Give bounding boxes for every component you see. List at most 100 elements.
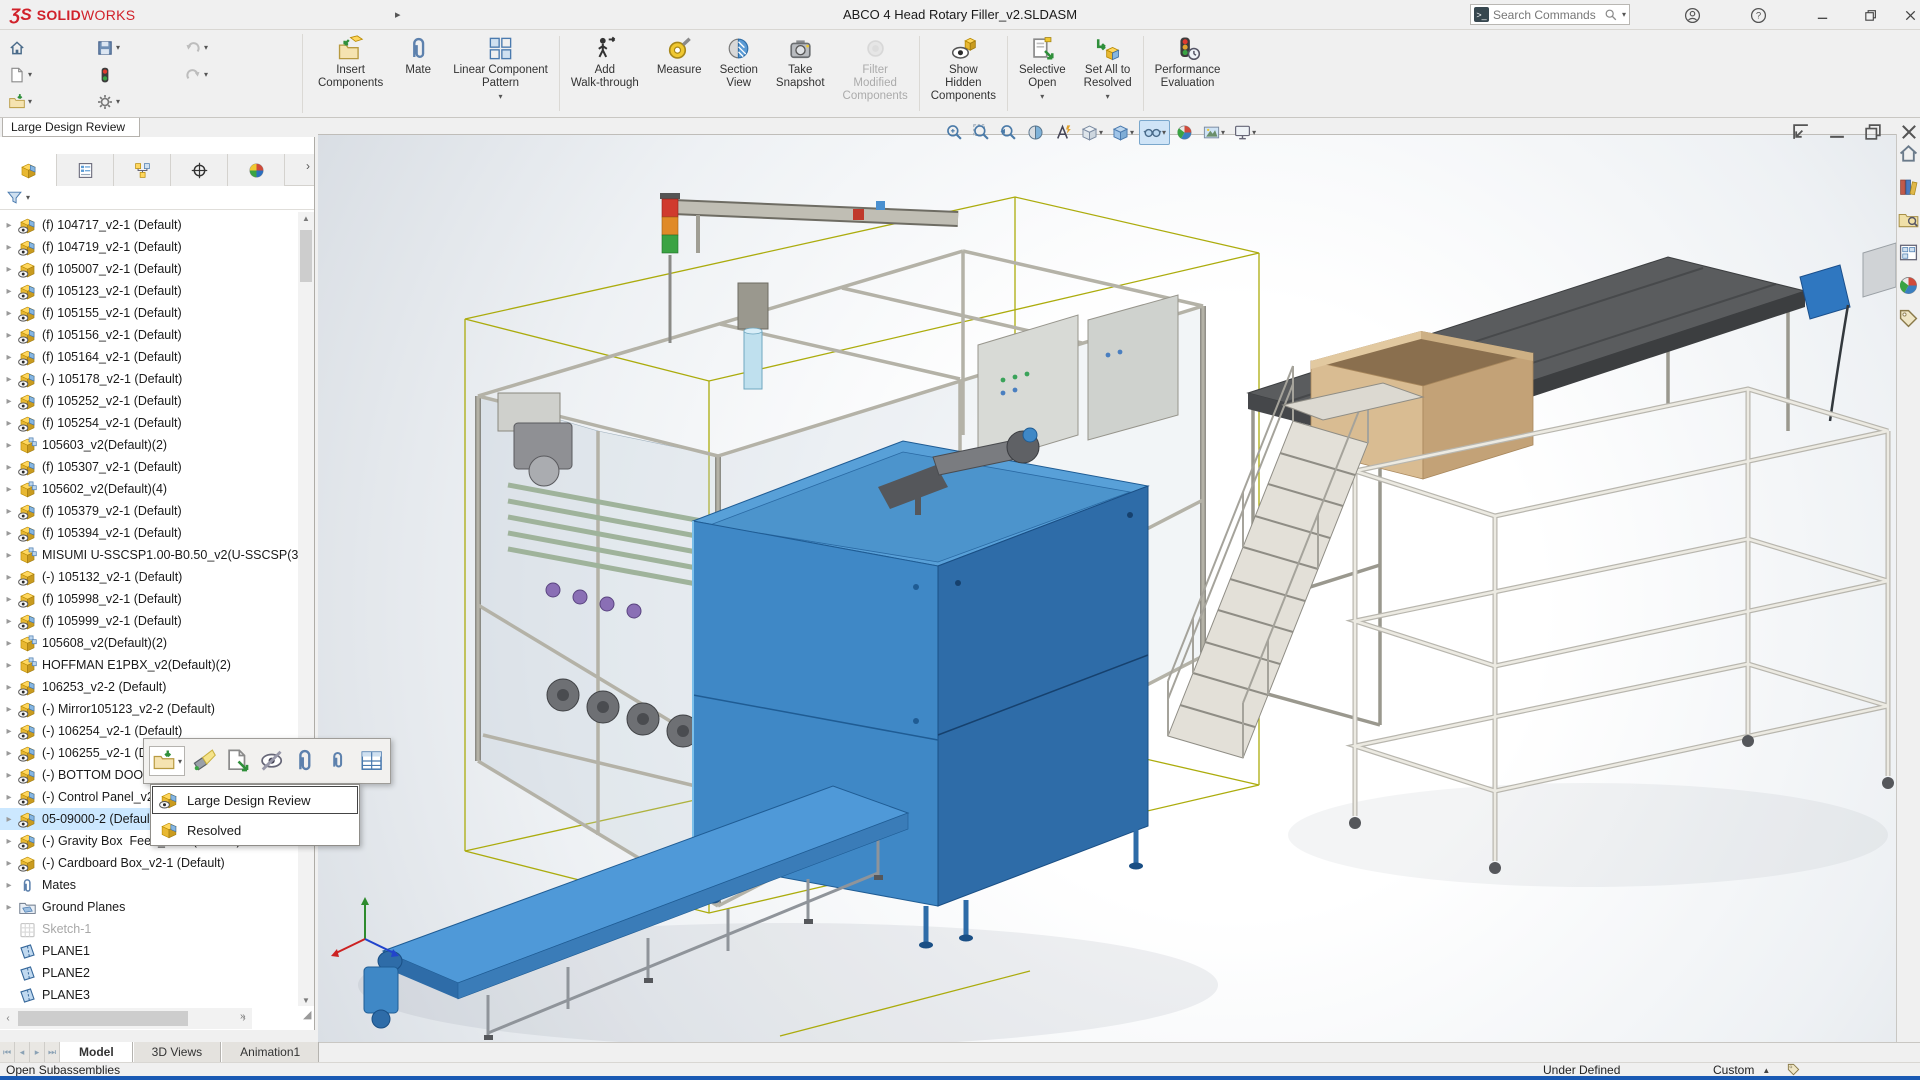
expand-arrow[interactable]: ▸ (0, 572, 18, 583)
dropdown-arrow[interactable]: ▾ (499, 92, 503, 101)
view-cube-button[interactable]: ▾ (1077, 121, 1106, 144)
walkthrough-button[interactable]: Add Walk-through (562, 32, 648, 115)
expand-arrow[interactable]: ▸ (0, 726, 18, 737)
tree-item[interactable]: ▸ (f) 105007_v2-1 (Default) (0, 258, 297, 280)
measure-button[interactable]: Measure (648, 32, 711, 115)
tree-item[interactable]: ▸ (f) 104717_v2-1 (Default) (0, 214, 297, 236)
expand-arrow[interactable]: ▸ (0, 792, 18, 803)
insert-components-button[interactable]: Insert Components (309, 32, 392, 115)
expand-arrow[interactable]: ▸ (0, 550, 18, 561)
tree-item[interactable]: ▸ (f) 105254_v2-1 (Default) (0, 412, 297, 434)
search-dropdown-arrow[interactable]: ▾ (1622, 10, 1626, 19)
tree-item[interactable]: ▸ (f) 105156_v2-1 (Default) (0, 324, 297, 346)
panel-tab-displaymanager[interactable] (228, 154, 285, 186)
tab-nav-prev-button[interactable]: ◂ (15, 1042, 30, 1062)
task-pane-view-palette-tab[interactable] (1897, 241, 1920, 264)
expand-arrow[interactable]: ▸ (0, 638, 18, 649)
perf-eval-button[interactable]: Performance Evaluation (1146, 32, 1230, 115)
scroll-left-arrow[interactable]: ‹ (0, 1013, 16, 1024)
search-scope-icon[interactable]: >_ (1474, 7, 1489, 22)
dropdown-arrow[interactable]: ▾ (28, 97, 32, 106)
expand-arrow[interactable]: ▸ (0, 770, 18, 781)
set-resolved-button[interactable]: Set All to Resolved ▾ (1075, 32, 1141, 115)
context-doc-green-button[interactable] (224, 747, 251, 774)
dropdown-arrow[interactable]: ▾ (1099, 128, 1103, 137)
snapshot-button[interactable]: Take Snapshot (767, 32, 834, 115)
new-doc-button[interactable]: ▾ (8, 66, 96, 84)
panel-tab-dimxpert[interactable] (171, 154, 228, 186)
expand-arrow[interactable]: ▸ (0, 484, 18, 495)
panel-expand-chevron[interactable]: » (240, 1011, 246, 1022)
filter-dropdown-arrow[interactable]: ▾ (26, 193, 30, 202)
tree-item[interactable]: ▸ 106253_v2-2 (Default) (0, 676, 297, 698)
viewport-restore-button[interactable] (1862, 121, 1884, 143)
task-pane-resources-tab[interactable] (1897, 142, 1920, 165)
gear-button[interactable]: ▾ (96, 93, 184, 111)
tree-item[interactable]: Sketch-1 (0, 918, 297, 940)
tab-3d-views[interactable]: 3D Views (132, 1042, 222, 1062)
tree-item[interactable]: ▸ HOFFMAN E1PBX_v2(Default)(2) (0, 654, 297, 676)
dropdown-arrow[interactable]: ▾ (1252, 128, 1256, 137)
scene-button[interactable]: ▾ (1199, 121, 1228, 144)
tree-item[interactable]: PLANE3 (0, 984, 297, 1006)
context-eye-slash-button[interactable] (258, 747, 285, 774)
scroll-down-arrow[interactable]: ▼ (300, 996, 312, 1005)
tab-nav-first-button[interactable]: ⏮ (0, 1042, 15, 1062)
tree-item[interactable]: ▸ (f) 105999_v2-1 (Default) (0, 610, 297, 632)
viewport-dock-button[interactable] (1790, 121, 1812, 143)
expand-arrow[interactable]: ▸ (0, 242, 18, 253)
context-mate-button[interactable] (291, 747, 318, 774)
panel-tab-featuremanager[interactable] (0, 154, 57, 186)
expand-arrow[interactable]: ▸ (0, 352, 18, 363)
help-icon[interactable]: ? (1746, 3, 1770, 27)
filter-icon[interactable] (6, 189, 23, 206)
tree-item[interactable]: ▸ (f) 104719_v2-1 (Default) (0, 236, 297, 258)
dropdown-arrow[interactable]: ▾ (1106, 92, 1110, 101)
selective-open-button[interactable]: Selective Open ▾ (1010, 32, 1075, 115)
dropdown-arrow[interactable]: ▾ (204, 70, 208, 79)
task-pane-tag-tab[interactable] (1897, 307, 1920, 330)
tab-nav-next-button[interactable]: ▸ (30, 1042, 45, 1062)
expand-arrow[interactable]: ▸ (0, 418, 18, 429)
tab-animation1[interactable]: Animation1 (221, 1042, 320, 1062)
tree-item[interactable]: ▸ 105602_v2(Default)(4) (0, 478, 297, 500)
expand-arrow[interactable]: ▸ (0, 308, 18, 319)
dropdown-arrow[interactable]: ▾ (116, 97, 120, 106)
expand-arrow[interactable]: ▸ (0, 616, 18, 627)
open-doc-button[interactable]: ▾ (8, 93, 96, 111)
graphics-viewport[interactable] (318, 134, 1896, 1045)
expand-arrow[interactable]: ▸ (0, 330, 18, 341)
context-menu-item[interactable]: Resolved (151, 815, 359, 845)
tab-nav-last-button[interactable]: ⏭ (45, 1042, 60, 1062)
expand-arrow[interactable]: ▸ (0, 814, 18, 825)
panel-tab-configurations[interactable] (114, 154, 171, 186)
tree-filter-bar[interactable]: ▾ (0, 186, 314, 210)
appearance-button[interactable] (1172, 121, 1197, 144)
search-input[interactable]: >_ Search Commands ▾ (1470, 4, 1630, 25)
display-style-button[interactable]: ▾ (1108, 121, 1137, 144)
tree-item[interactable]: ▸ (f) 105123_v2-1 (Default) (0, 280, 297, 302)
linear-pattern-button[interactable]: Linear Component Pattern ▾ (444, 32, 557, 115)
tree-item[interactable]: ▸ Mates (0, 874, 297, 896)
dropdown-arrow[interactable]: ▾ (204, 43, 208, 52)
dropdown-arrow[interactable]: ▾ (1040, 92, 1044, 101)
context-grid-button[interactable] (358, 747, 385, 774)
tree-item[interactable]: ▸ (f) 105379_v2-1 (Default) (0, 500, 297, 522)
expand-arrow[interactable]: ▸ (0, 220, 18, 231)
expand-arrow[interactable]: ▸ (0, 528, 18, 539)
task-pane-design-library-tab[interactable] (1897, 175, 1920, 198)
expand-arrow[interactable]: ▸ (0, 440, 18, 451)
dropdown-arrow[interactable]: ▾ (178, 757, 182, 766)
tree-item[interactable]: PLANE1 (0, 940, 297, 962)
scroll-up-arrow[interactable]: ▲ (300, 214, 312, 223)
task-pane-appearance-tab[interactable] (1897, 274, 1920, 297)
annot-button[interactable] (1050, 121, 1075, 144)
viewport-close-button[interactable] (1898, 121, 1920, 143)
tree-item[interactable]: ▸ (-) 105132_v2-1 (Default) (0, 566, 297, 588)
context-menu-item[interactable]: Large Design Review (151, 785, 359, 815)
prev-view-button[interactable] (996, 121, 1021, 144)
expand-arrow[interactable]: ▸ (0, 396, 18, 407)
context-clip2-button[interactable] (324, 747, 351, 774)
tree-item[interactable]: ▸ (-) 105178_v2-1 (Default) (0, 368, 297, 390)
expand-arrow[interactable]: ▸ (0, 858, 18, 869)
